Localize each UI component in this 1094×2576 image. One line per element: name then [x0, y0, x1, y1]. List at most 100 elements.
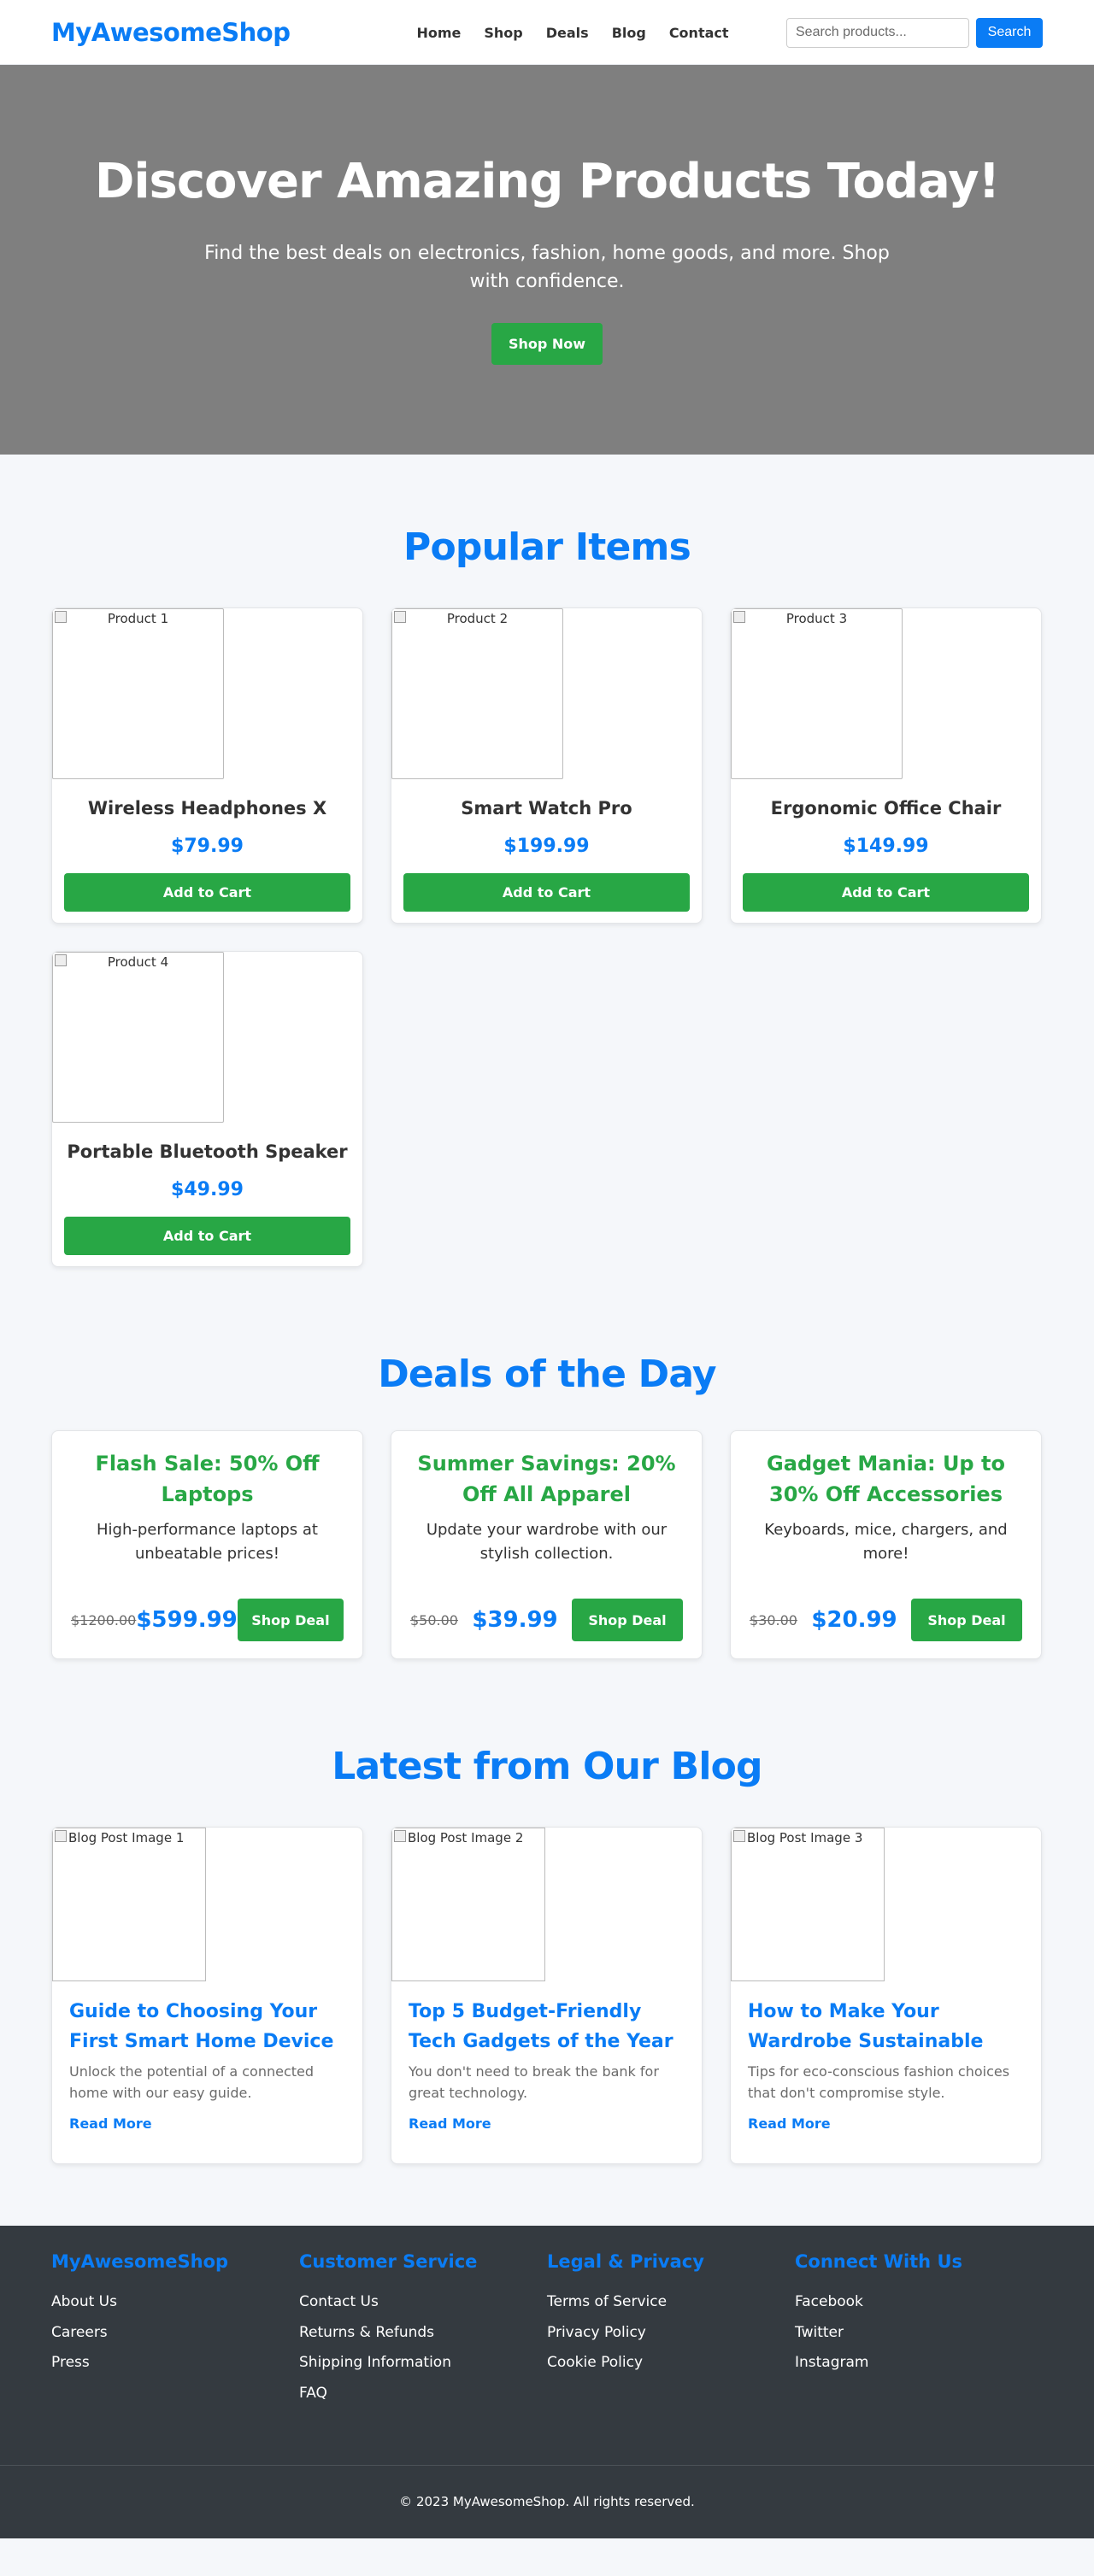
new-price: $599.99	[136, 1607, 238, 1633]
blog-image-alt: Blog Post Image 3	[747, 1830, 863, 1845]
new-price: $20.99	[811, 1607, 897, 1633]
product-image[interactable]: Product 3	[731, 608, 903, 779]
add-to-cart-button[interactable]: Add to Cart	[64, 1217, 350, 1255]
broken-image-icon	[55, 954, 67, 966]
product-price: $149.99	[843, 836, 929, 857]
blog-grid: Blog Post Image 1 Guide to Choosing Your…	[51, 1827, 1043, 2164]
broken-image-icon	[394, 611, 406, 623]
search-input[interactable]	[786, 17, 969, 48]
site-header: MyAwesomeShop Home Shop Deals Blog Conta…	[0, 0, 1094, 65]
nav-shop[interactable]: Shop	[484, 25, 522, 41]
hero-banner: Discover Amazing Products Today! Find th…	[0, 65, 1094, 455]
footer-link-careers[interactable]: Careers	[51, 2318, 299, 2349]
product-name: Wireless Headphones X	[87, 798, 327, 819]
read-more-link[interactable]: Read More	[409, 2115, 491, 2132]
footer-heading: Connect With Us	[795, 2251, 962, 2272]
footer-heading: MyAwesomeShop	[51, 2251, 229, 2272]
add-to-cart-button[interactable]: Add to Cart	[743, 873, 1029, 912]
footer-link-contact[interactable]: Contact Us	[299, 2287, 547, 2318]
broken-image-icon	[733, 611, 745, 623]
product-image-alt: Product 2	[446, 611, 509, 626]
search-button[interactable]: Search	[976, 17, 1043, 48]
section-title: Deals of the Day	[378, 1353, 716, 1396]
blog-title[interactable]: Guide to Choosing Your First Smart Home …	[69, 1997, 345, 2057]
deal-title: Flash Sale: 50% Off Laptops	[95, 1452, 320, 1506]
product-image-alt: Product 4	[107, 954, 169, 970]
site-footer: MyAwesomeShop About Us Careers Press Cus…	[0, 2226, 1094, 2538]
product-image-alt: Product 1	[107, 611, 169, 626]
product-card: Product 1 Wireless Headphones X $79.99 A…	[51, 607, 363, 924]
deal-pricing: $50.00 $39.99 Shop Deal	[410, 1599, 683, 1641]
blog-image[interactable]: Blog Post Image 3	[731, 1828, 885, 1981]
footer-link-instagram[interactable]: Instagram	[795, 2348, 1043, 2379]
blog-card: Blog Post Image 3 How to Make Your Wardr…	[730, 1827, 1042, 2164]
nav-home[interactable]: Home	[416, 25, 461, 41]
add-to-cart-button[interactable]: Add to Cart	[64, 873, 350, 912]
add-to-cart-button[interactable]: Add to Cart	[403, 873, 690, 912]
nav-blog[interactable]: Blog	[612, 25, 646, 41]
product-name: Portable Bluetooth Speaker	[67, 1141, 348, 1162]
section-title: Popular Items	[403, 525, 691, 569]
footer-column-social: Connect With Us Facebook Twitter Instagr…	[795, 2251, 1043, 2409]
footer-link-privacy[interactable]: Privacy Policy	[547, 2318, 795, 2349]
blog-card: Blog Post Image 2 Top 5 Budget-Friendly …	[391, 1827, 703, 2164]
nav-contact[interactable]: Contact	[669, 25, 729, 41]
read-more-link[interactable]: Read More	[748, 2115, 831, 2132]
shop-now-button[interactable]: Shop Now	[491, 322, 603, 365]
blog-image-alt: Blog Post Image 1	[68, 1830, 185, 1845]
product-image[interactable]: Product 4	[52, 952, 224, 1123]
product-card: Product 4 Portable Bluetooth Speaker $49…	[51, 951, 363, 1267]
deal-pricing: $30.00 $20.99 Shop Deal	[750, 1599, 1022, 1641]
product-price: $79.99	[171, 836, 244, 857]
blog-section: Latest from Our Blog Blog Post Image 1 G…	[0, 1659, 1094, 2226]
popular-items-section: Popular Items Product 1 Wireless Headpho…	[0, 455, 1094, 1318]
deals-section: Deals of the Day Flash Sale: 50% Off Lap…	[0, 1318, 1094, 1659]
footer-link-twitter[interactable]: Twitter	[795, 2318, 1043, 2349]
footer-column-legal: Legal & Privacy Terms of Service Privacy…	[547, 2251, 795, 2409]
deal-title: Summer Savings: 20% Off All Apparel	[417, 1452, 676, 1506]
footer-link-press[interactable]: Press	[51, 2348, 299, 2379]
broken-image-icon	[55, 611, 67, 623]
site-logo[interactable]: MyAwesomeShop	[51, 18, 308, 47]
footer-link-shipping[interactable]: Shipping Information	[299, 2348, 547, 2379]
deal-card: Gadget Mania: Up to 30% Off Accessories …	[730, 1430, 1042, 1659]
shop-deal-button[interactable]: Shop Deal	[237, 1599, 344, 1641]
blog-image[interactable]: Blog Post Image 1	[52, 1828, 206, 1981]
search-bar: Search	[786, 17, 1043, 48]
footer-link-returns[interactable]: Returns & Refunds	[299, 2318, 547, 2349]
product-card: Product 3 Ergonomic Office Chair $149.99…	[730, 607, 1042, 924]
shop-deal-button[interactable]: Shop Deal	[910, 1599, 1022, 1641]
footer-link-cookies[interactable]: Cookie Policy	[547, 2348, 795, 2379]
deal-description: High-performance laptops at unbeatable p…	[96, 1521, 318, 1563]
old-price: $30.00	[750, 1611, 797, 1628]
product-name: Smart Watch Pro	[461, 798, 632, 819]
blog-image[interactable]: Blog Post Image 2	[391, 1828, 545, 1981]
blog-excerpt: Unlock the potential of a connected home…	[69, 2063, 315, 2102]
product-card: Product 2 Smart Watch Pro $199.99 Add to…	[391, 607, 703, 924]
blog-excerpt: You don't need to break the bank for gre…	[409, 2063, 659, 2102]
product-price: $199.99	[503, 836, 590, 857]
product-image[interactable]: Product 2	[391, 608, 563, 779]
main-nav: Home Shop Deals Blog Contact	[416, 25, 728, 41]
new-price: $39.99	[472, 1607, 558, 1633]
footer-heading: Customer Service	[299, 2251, 478, 2272]
nav-deals[interactable]: Deals	[546, 25, 589, 41]
product-image[interactable]: Product 1	[52, 608, 224, 779]
blog-image-alt: Blog Post Image 2	[408, 1830, 524, 1845]
old-price: $1200.00	[71, 1611, 137, 1628]
blog-title[interactable]: Top 5 Budget-Friendly Tech Gadgets of th…	[409, 1997, 685, 2057]
footer-link-facebook[interactable]: Facebook	[795, 2287, 1043, 2318]
broken-image-icon	[55, 1830, 67, 1842]
deal-title: Gadget Mania: Up to 30% Off Accessories	[767, 1452, 1005, 1506]
footer-link-faq[interactable]: FAQ	[299, 2379, 547, 2409]
footer-heading: Legal & Privacy	[547, 2251, 704, 2272]
footer-link-terms[interactable]: Terms of Service	[547, 2287, 795, 2318]
read-more-link[interactable]: Read More	[69, 2115, 152, 2132]
blog-title[interactable]: How to Make Your Wardrobe Sustainable	[748, 1997, 1024, 2057]
footer-link-about[interactable]: About Us	[51, 2287, 299, 2318]
broken-image-icon	[733, 1830, 745, 1842]
product-price: $49.99	[171, 1179, 244, 1200]
hero-title: Discover Amazing Products Today!	[94, 154, 1000, 209]
product-name: Ergonomic Office Chair	[770, 798, 1002, 819]
shop-deal-button[interactable]: Shop Deal	[571, 1599, 683, 1641]
